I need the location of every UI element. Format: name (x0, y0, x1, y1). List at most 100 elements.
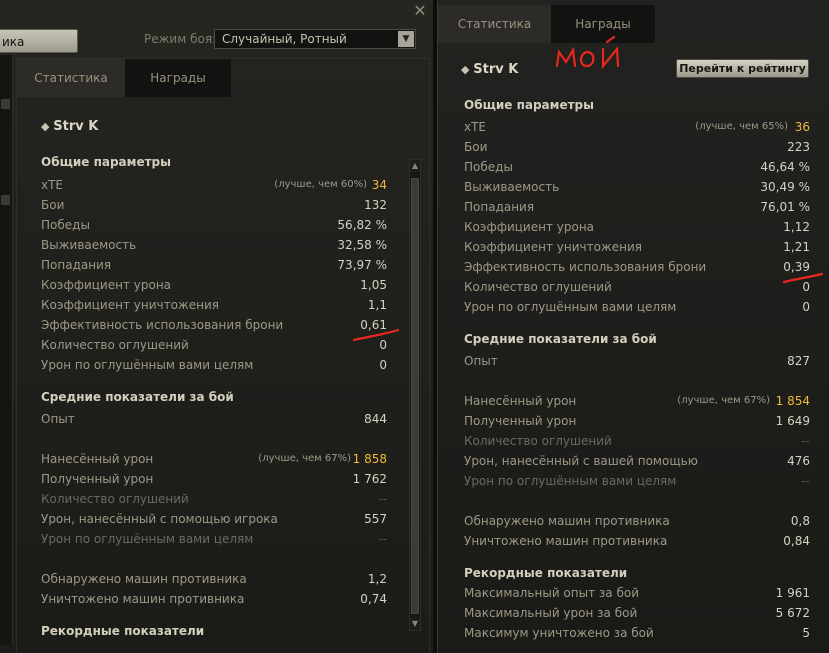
stat-row: Максимум уничтожено за бой 5 (464, 626, 810, 646)
stat-label: Урон, нанесённый с вашей помощью (464, 454, 698, 468)
stat-value: 557 (364, 512, 387, 526)
stat-label: Опыт (464, 354, 498, 368)
stat-label: Максимальный опыт за бой (464, 586, 639, 600)
battle-mode-value: Случайный, Ротный (222, 32, 347, 46)
red-underline-annotation (352, 328, 400, 342)
stat-value: 827 (787, 354, 810, 368)
stat-value: 1 649 (775, 414, 810, 428)
stat-label: Бои (41, 198, 65, 212)
scroll-down-icon[interactable]: ▼ (410, 618, 420, 630)
stat-row: Опыт 827 (464, 354, 810, 374)
battle-mode-dropdown[interactable]: Случайный, Ротный ▼ (214, 29, 416, 49)
red-underline-annotation (782, 272, 824, 284)
stat-value: 1,21 (783, 240, 810, 254)
chevron-down-icon[interactable]: ▼ (398, 31, 414, 47)
stat-row: Урон, нанесённый с помощью игрока 557 (41, 512, 387, 532)
stat-row: Уничтожено машин противника 0,84 (464, 534, 810, 554)
stat-label: Коэффициент урона (464, 220, 595, 234)
stat-value: 0,74 (360, 592, 387, 606)
stat-row: Полученный урон 1 649 (464, 414, 810, 434)
stat-value: 76,01 % (760, 200, 810, 214)
stat-row: Количество оглушений -- (464, 434, 810, 454)
stat-value: 476 (787, 454, 810, 468)
stat-value: -- (378, 532, 387, 546)
tab-statistics[interactable]: Статистика (438, 5, 551, 43)
stat-value: 1 961 (775, 586, 810, 600)
tank-header: ◆ Strv K (461, 62, 518, 77)
vehicle-tab-partial[interactable]: ика (0, 29, 78, 53)
scroll-handle[interactable] (1, 195, 10, 205)
stat-value: -- (801, 434, 810, 448)
stat-row: Победы 56,82 % (41, 218, 387, 238)
section-general: Общие параметры (464, 98, 594, 112)
tab-awards[interactable]: Награды (125, 59, 231, 97)
stat-row: Нанесённый урон (лучше, чем 67%) 1 854 (464, 394, 810, 414)
left-list-scrollbar[interactable] (0, 55, 13, 645)
stat-label: Победы (41, 218, 90, 232)
stat-percentile-note: (лучше, чем 60%) (274, 179, 367, 190)
stat-value: 844 (364, 412, 387, 426)
stat-row: Урон по оглушённым вами целям -- (464, 474, 810, 494)
stat-label: Коэффициент урона (41, 278, 172, 292)
stat-row: Эффективность использования брони 0,39 (464, 260, 810, 280)
stat-value: 1,12 (783, 220, 810, 234)
stat-label: Нанесённый урон (41, 452, 154, 466)
stat-value: 0 (379, 358, 387, 372)
stat-row: Бои 223 (464, 140, 810, 160)
battle-mode-label: Режим боя: (144, 32, 217, 46)
stat-label: Урон по оглушённым вами целям (464, 300, 677, 314)
tank-name: Strv K (53, 119, 99, 134)
section-records: Рекордные показатели (41, 624, 205, 638)
stat-value: 36 (794, 120, 810, 134)
stat-row: Уничтожено машин противника 0,74 (41, 592, 387, 612)
stat-row: Урон по оглушённым вами целям 0 (464, 300, 810, 320)
stat-value: 1,05 (360, 278, 387, 292)
stat-percentile-note: (лучше, чем 67%) (258, 453, 351, 464)
scroll-handle[interactable] (1, 99, 10, 109)
stat-label: Количество оглушений (464, 434, 612, 448)
stat-row: Количество оглушений 0 (464, 280, 810, 300)
tank-header: ◆ Strv K (41, 119, 98, 134)
close-icon[interactable]: ✕ (411, 2, 429, 20)
stat-value: 1,2 (367, 572, 387, 586)
stat-value: 34 (371, 178, 387, 192)
stat-label: Урон по оглушённым вами целям (464, 474, 677, 488)
stat-row: Урон, нанесённый с вашей помощью 476 (464, 454, 810, 474)
stat-value: 5 (802, 626, 810, 640)
go-to-rating-button[interactable]: Перейти к рейтингу (676, 59, 809, 78)
stat-value: -- (801, 474, 810, 488)
tank-class-icon: ◆ (461, 63, 470, 76)
stats-scrollbar[interactable]: ▲ ▼ (409, 159, 421, 631)
stat-label: Коэффициент уничтожения (41, 298, 219, 312)
stat-value: 1 854 (775, 394, 810, 408)
stat-label: xTE (464, 120, 487, 134)
stat-label: Уничтожено машин противника (41, 592, 245, 606)
section-average: Средние показатели за бой (41, 390, 234, 404)
stat-value: 30,49 % (760, 180, 810, 194)
stat-label: Эффективность использования брони (464, 260, 707, 274)
section-general: Общие параметры (41, 155, 171, 169)
stat-label: Уничтожено машин противника (464, 534, 668, 548)
stat-label: Полученный урон (41, 472, 154, 486)
tank-name: Strv K (473, 62, 519, 77)
stat-row: Урон по оглушённым вами целям -- (41, 532, 387, 552)
scroll-up-icon[interactable]: ▲ (410, 160, 420, 172)
stat-row: Нанесённый урон (лучше, чем 67%) 1 858 (41, 452, 387, 472)
stat-label: Эффективность использования брони (41, 318, 284, 332)
scroll-thumb[interactable] (411, 178, 419, 614)
stat-percentile-note: (лучше, чем 67%) (677, 395, 770, 406)
tab-statistics[interactable]: Статистика (17, 59, 125, 97)
stat-row: Полученный урон 1 762 (41, 472, 387, 492)
stat-label: Максимальный урон за бой (464, 606, 638, 620)
stat-value: 0 (802, 300, 810, 314)
stat-row: Количество оглушений 0 (41, 338, 387, 358)
stat-row: xTE (лучше, чем 60%) 34 (41, 178, 387, 198)
stat-row: Опыт 844 (41, 412, 387, 432)
stat-value: 132 (364, 198, 387, 212)
stat-value: 73,97 % (337, 258, 387, 272)
stat-percentile-note: (лучше, чем 65%) (695, 121, 788, 132)
stat-value: 223 (787, 140, 810, 154)
stat-label: Максимум уничтожено за бой (464, 626, 654, 640)
stat-row: Коэффициент урона 1,12 (464, 220, 810, 240)
section-records: Рекордные показатели (464, 566, 628, 580)
